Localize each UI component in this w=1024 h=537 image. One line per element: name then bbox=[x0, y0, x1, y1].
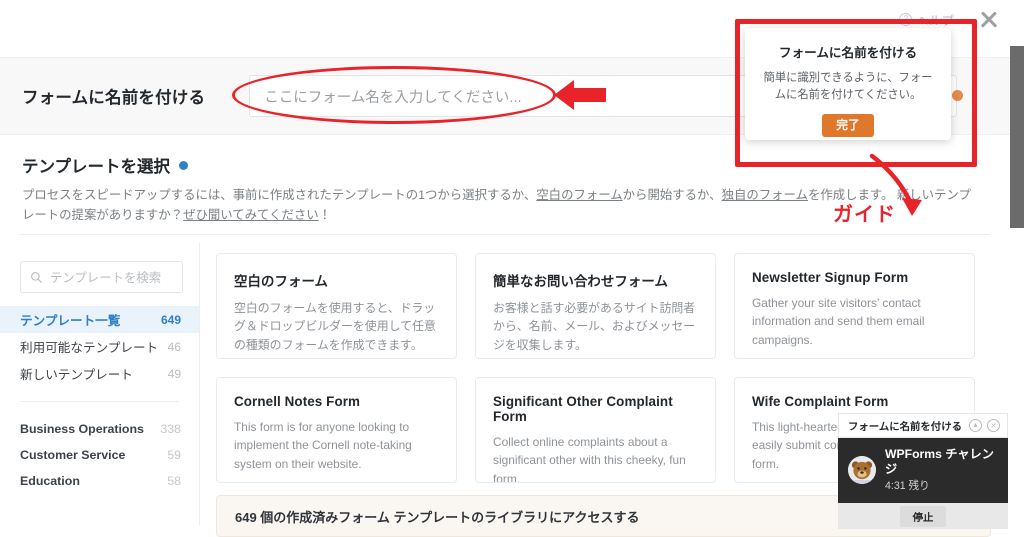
challenge-footer: 停止 bbox=[838, 503, 1008, 529]
desc-part-2: から開始するか、 bbox=[623, 188, 722, 202]
search-placeholder: テンプレートを検索 bbox=[50, 268, 161, 286]
template-desc: Collect online complaints about a signif… bbox=[493, 433, 698, 483]
sidebar-category-label: Education bbox=[20, 474, 80, 488]
bear-avatar-icon bbox=[848, 456, 876, 484]
sidebar-item-customer-service[interactable]: Customer Service 59 bbox=[0, 442, 199, 468]
template-card[interactable]: 空白のフォーム 空白のフォームを使用すると、ドラッグ＆ドロップビルダーを使用して… bbox=[216, 253, 457, 359]
form-name-label: フォームに名前を付ける bbox=[22, 84, 205, 108]
sidebar-item-available-templates[interactable]: 利用可能なテンプレート 46 bbox=[0, 333, 199, 360]
template-card[interactable]: Newsletter Signup Form Gather your site … bbox=[734, 253, 975, 359]
challenge-body: WPForms チャレンジ 4:31 残り bbox=[838, 438, 1008, 503]
sidebar-item-all-templates[interactable]: テンプレート一覧 649 bbox=[0, 306, 199, 333]
sidebar-item-count: 46 bbox=[168, 340, 181, 354]
template-sidebar: テンプレートを検索 テンプレート一覧 649 利用可能なテンプレート 46 新し… bbox=[0, 243, 200, 525]
challenge-meta: WPForms チャレンジ 4:31 残り bbox=[885, 447, 998, 493]
template-title: 簡単なお問い合わせフォーム bbox=[493, 270, 698, 290]
desc-part-1: プロセスをスピードアップするには、事前に作成されたテンプレートの1つから選択する… bbox=[22, 188, 536, 202]
sidebar-category-label: Business Operations bbox=[20, 422, 144, 436]
divider bbox=[20, 234, 990, 235]
search-icon bbox=[30, 271, 43, 284]
sidebar-item-count: 49 bbox=[168, 367, 181, 381]
sidebar-item-label: 新しいテンプレート bbox=[20, 364, 133, 383]
sidebar-category-count: 59 bbox=[167, 448, 181, 462]
sidebar-category-count: 338 bbox=[160, 422, 181, 436]
sidebar-item-label: テンプレート一覧 bbox=[20, 310, 120, 329]
template-title: Newsletter Signup Form bbox=[752, 270, 957, 285]
sidebar-category-label: Customer Service bbox=[20, 448, 125, 462]
section-title-text: テンプレートを選択 bbox=[22, 153, 170, 177]
desc-part-4: ！ bbox=[319, 208, 331, 222]
sidebar-item-business-operations[interactable]: Business Operations 338 bbox=[0, 416, 199, 442]
sidebar-item-label: 利用可能なテンプレート bbox=[20, 337, 158, 356]
sidebar-main-list: テンプレート一覧 649 利用可能なテンプレート 46 新しいテンプレート 49 bbox=[0, 306, 199, 387]
template-card[interactable]: 簡単なお問い合わせフォーム お客様と話す必要があるサイト訪問者から、名前、メール… bbox=[475, 253, 716, 359]
sidebar-category-list: Business Operations 338 Customer Service… bbox=[0, 416, 199, 494]
template-title: 空白のフォーム bbox=[234, 270, 439, 290]
sidebar-item-count: 649 bbox=[161, 313, 181, 327]
tooltip-title: フォームに名前を付ける bbox=[761, 42, 935, 61]
help-link[interactable]: ? ヘルプ bbox=[899, 10, 954, 29]
challenge-name: WPForms チャレンジ bbox=[885, 447, 998, 476]
page-title: テンプレートを選択 bbox=[22, 153, 1010, 177]
template-card[interactable]: Cornell Notes Form This form is for anyo… bbox=[216, 377, 457, 483]
close-circle-icon[interactable]: ✕ bbox=[987, 419, 1000, 432]
search-input[interactable]: テンプレートを検索 bbox=[20, 261, 183, 293]
template-title: Wife Complaint Form bbox=[752, 394, 957, 409]
question-circle-icon: ? bbox=[899, 13, 912, 26]
form-name-placeholder: ここにフォーム名を入力してください... bbox=[264, 86, 521, 107]
challenge-header: フォームに名前を付ける ▲ ✕ bbox=[838, 413, 1008, 438]
sidebar-item-education[interactable]: Education 58 bbox=[0, 468, 199, 494]
close-icon[interactable] bbox=[976, 7, 1002, 33]
template-desc: Gather your site visitors’ contact infor… bbox=[752, 294, 957, 349]
template-desc: 空白のフォームを使用すると、ドラッグ＆ドロップビルダーを使用して任意の種類のフォ… bbox=[234, 299, 439, 354]
challenge-header-title: フォームに名前を付ける bbox=[848, 418, 962, 433]
sidebar-item-new-templates[interactable]: 新しいテンプレート 49 bbox=[0, 360, 199, 387]
challenge-time-remaining: 4:31 残り bbox=[885, 478, 998, 493]
tooltip-body: 簡単に識別できるように、フォームに名前を付けてください。 bbox=[761, 70, 935, 104]
help-label: ヘルプ bbox=[916, 10, 954, 29]
template-title: Cornell Notes Form bbox=[234, 394, 439, 409]
link-ask-us[interactable]: ぜひ聞いてみてください bbox=[183, 208, 319, 222]
challenge-stop-button[interactable]: 停止 bbox=[900, 506, 947, 527]
template-desc: お客様と話す必要があるサイト訪問者から、名前、メール、およびメッセージを収集しま… bbox=[493, 299, 698, 354]
library-banner-text: 649 個の作成済みフォーム テンプレートのライブラリにアクセスする bbox=[235, 507, 639, 526]
chevron-up-icon[interactable]: ▲ bbox=[969, 419, 982, 432]
sidebar-category-count: 58 bbox=[167, 474, 181, 488]
template-title: Significant Other Complaint Form bbox=[493, 394, 698, 424]
template-desc: This form is for anyone looking to imple… bbox=[234, 418, 439, 473]
onboarding-tooltip: フォームに名前を付ける 簡単に識別できるように、フォームに名前を付けてください。… bbox=[745, 28, 951, 140]
page-scrollbar-thumb[interactable] bbox=[1010, 46, 1024, 228]
template-card[interactable]: Significant Other Complaint Form Collect… bbox=[475, 377, 716, 483]
sidebar-divider bbox=[20, 401, 179, 402]
challenge-header-icons: ▲ ✕ bbox=[969, 419, 1000, 432]
wpforms-template-modal: ? ヘルプ フォームに名前を付ける ここにフォーム名を入力してください... テ… bbox=[0, 0, 1024, 525]
wpforms-challenge-widget: フォームに名前を付ける ▲ ✕ bbox=[838, 413, 1008, 529]
link-own-form[interactable]: 独自のフォーム bbox=[722, 188, 808, 202]
section-description: プロセスをスピードアップするには、事前に作成されたテンプレートの1つから選択する… bbox=[22, 185, 982, 226]
orange-indicator-dot bbox=[952, 90, 963, 101]
tooltip-done-button[interactable]: 完了 bbox=[822, 114, 874, 137]
link-blank-form[interactable]: 空白のフォーム bbox=[536, 188, 622, 202]
blue-dot-icon bbox=[179, 161, 188, 170]
select-template-section: テンプレートを選択 プロセスをスピードアップするには、事前に作成されたテンプレー… bbox=[0, 145, 1010, 226]
